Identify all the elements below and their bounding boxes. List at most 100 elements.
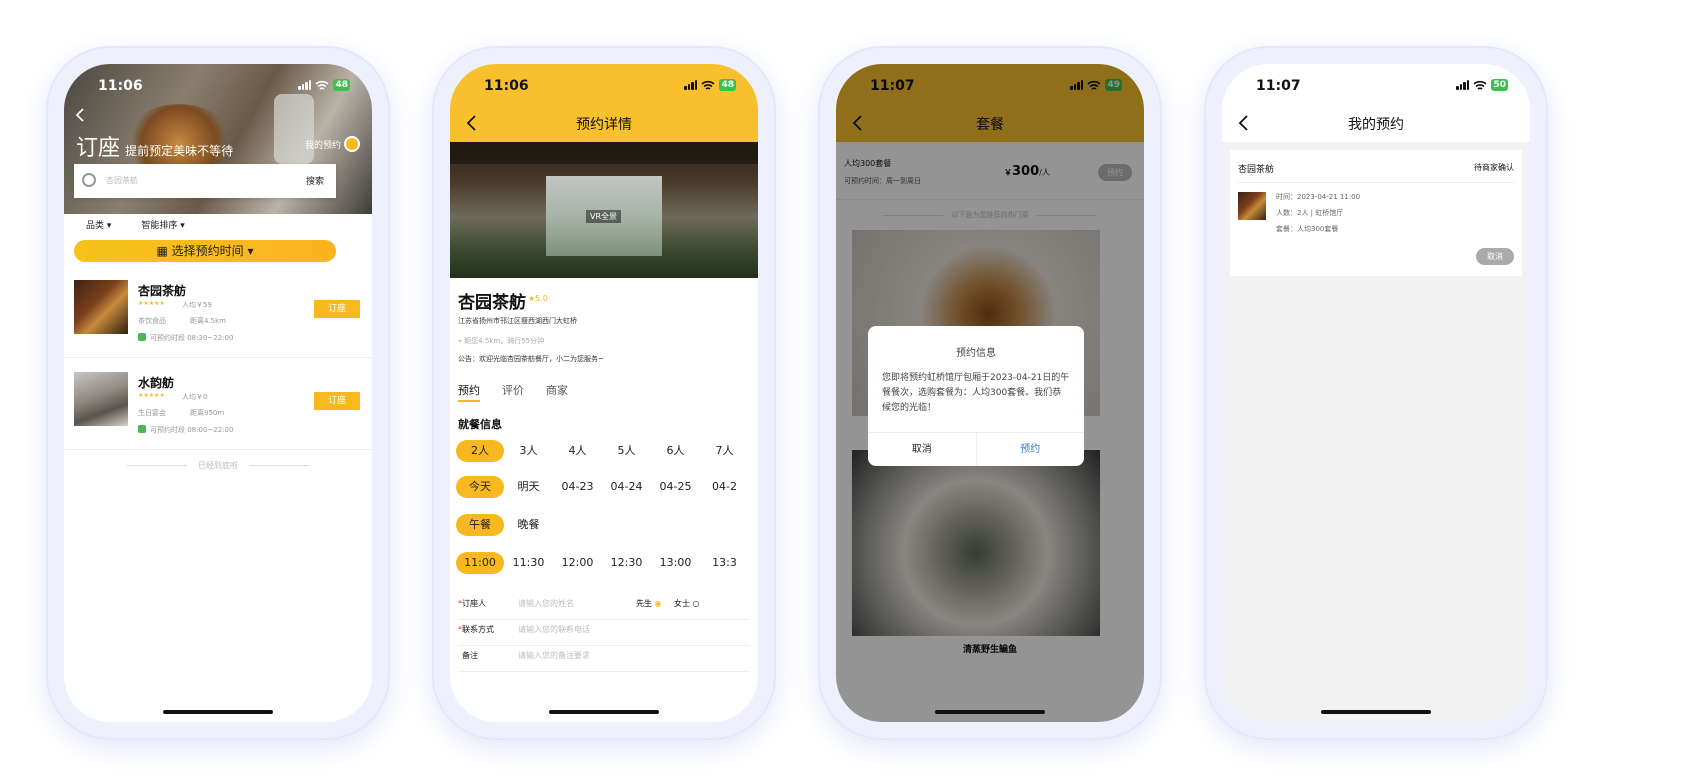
time-selector: 11:00 11:30 12:00 12:30 13:00 13:3 <box>456 552 758 574</box>
open-icon <box>138 425 146 433</box>
nav-title: 预约详情 <box>576 117 632 133</box>
wifi-icon <box>701 80 716 90</box>
phone-input[interactable]: 请输入您的联系电话 <box>518 624 590 635</box>
cancel-booking-button[interactable]: 取消 <box>1476 248 1514 265</box>
radio-icon: ○ <box>692 599 700 608</box>
back-icon[interactable] <box>72 106 90 124</box>
wifi-icon <box>315 80 330 90</box>
phone-package: 11:07 49 套餐 人均300套餐 可预约时间：周一到周日 ￥300/人 预… <box>820 48 1160 738</box>
booking-hours: 可预约时段 08:00~22:00 <box>150 426 234 434</box>
meal-option[interactable]: 晚餐 <box>504 514 553 536</box>
phone-my-bookings: 11:07 50 我的预约 杏园茶舫 待商家确认 时间：2023-04-21 1… <box>1206 48 1546 738</box>
dialog-confirm-button[interactable]: 预约 <box>977 433 1085 466</box>
status-bar: 11:06 48 <box>64 64 372 108</box>
rating-stars: ★★★★★ <box>138 300 165 307</box>
home-indicator <box>163 710 273 714</box>
time-option[interactable]: 13:3 <box>700 552 749 574</box>
restaurant-photo[interactable]: VR全景 <box>450 142 758 278</box>
time-option[interactable]: 13:00 <box>651 552 700 574</box>
filter-sort[interactable]: 智能排序 ▾ <box>141 218 184 231</box>
booking-package: 套餐：人均300套餐 <box>1276 225 1339 233</box>
book-seat-button[interactable]: 订座 <box>314 392 360 410</box>
category: 茶饮食品 <box>138 317 166 325</box>
home-indicator <box>1321 710 1431 714</box>
tab-bar: 预约 评价 商家 <box>458 382 568 402</box>
signal-icon <box>298 80 312 90</box>
people-option[interactable]: 7人 <box>700 440 749 462</box>
search-icon <box>82 173 96 187</box>
phone-booking-list: 11:06 48 订座 提前预定美味不等待 我的预约 杏园茶舫 搜索 品类 ▾ … <box>48 48 388 738</box>
people-option[interactable]: 5人 <box>602 440 651 462</box>
people-option[interactable]: 4人 <box>553 440 602 462</box>
signal-icon <box>1456 80 1470 90</box>
list-item[interactable]: 水韵舫 ★★★★★ 人均￥0 生日宴会 距离950m 可预约时段 08:00~2… <box>64 366 372 450</box>
book-seat-button[interactable]: 订座 <box>314 300 360 318</box>
time-option[interactable]: 12:00 <box>553 552 602 574</box>
booking-hours: 可预约时段 08:30~22:00 <box>150 334 234 342</box>
date-option[interactable]: 04-2 <box>700 476 749 498</box>
list-item[interactable]: 杏园茶舫 ★★★★★ 人均￥59 茶饮食品 距离4.5km 可预约时段 08:3… <box>64 274 372 358</box>
time-option[interactable]: 12:30 <box>602 552 651 574</box>
screen: 11:07 49 套餐 人均300套餐 可预约时间：周一到周日 ￥300/人 预… <box>836 64 1144 722</box>
dialog-body: 您即将预约虹桥馆厅包厢于2023-04-21日的午餐餐次，选购套餐为：人均300… <box>882 373 1070 413</box>
battery-icon: 50 <box>1491 79 1508 91</box>
rating-stars: ★★★★★ <box>138 392 165 399</box>
name-input[interactable]: 请输入您的姓名 <box>518 598 574 609</box>
signal-icon <box>684 80 698 90</box>
status-bar: 11:07 50 <box>1222 64 1530 108</box>
distance: 距离4.5km <box>190 317 227 325</box>
note-input[interactable]: 请输入您的备注要求 <box>518 650 590 661</box>
rating: ★5.0 <box>528 294 548 303</box>
booking-icon <box>344 136 360 152</box>
tab-reviews[interactable]: 评价 <box>502 382 524 402</box>
search-button[interactable]: 搜索 <box>306 174 324 187</box>
vr-badge[interactable]: VR全景 <box>586 210 622 223</box>
status-time: 11:06 <box>484 78 529 94</box>
distance: 距离950m <box>190 409 225 417</box>
home-indicator <box>935 710 1045 714</box>
tab-booking[interactable]: 预约 <box>458 382 480 402</box>
shop-name: 杏园茶舫 <box>1238 165 1275 175</box>
list-end: 已经到底啦 <box>64 460 372 471</box>
my-booking-link[interactable]: 我的预约 <box>305 136 360 152</box>
date-option[interactable]: 明天 <box>504 476 553 498</box>
nav-bar: 预约详情 <box>450 104 758 142</box>
my-booking-label: 我的预约 <box>304 140 341 151</box>
search-input[interactable]: 杏园茶舫 <box>106 175 138 186</box>
booking-card[interactable]: 杏园茶舫 待商家确认 时间：2023-04-21 11:00 人数：2人 | 虹… <box>1230 150 1522 276</box>
address: 江苏省扬州市邗江区瘦西湖西门大虹桥 <box>458 317 577 325</box>
category: 生日宴会 <box>138 409 166 417</box>
dialog-cancel-button[interactable]: 取消 <box>868 433 977 466</box>
restaurant-thumbnail <box>74 280 128 334</box>
people-option[interactable]: 2人 <box>456 440 504 462</box>
date-option[interactable]: 04-25 <box>651 476 700 498</box>
people-option[interactable]: 6人 <box>651 440 700 462</box>
booking-form: *订座人 请输入您的姓名 先生 ◉ 女士 ○ *联系方式 请输入您的联系电话 备… <box>458 594 750 672</box>
time-picker-button[interactable]: ▦ 选择预约时间 ▾ <box>74 240 336 262</box>
filter-bar: 品类 ▾ 智能排序 ▾ <box>86 218 185 231</box>
meal-option[interactable]: 午餐 <box>456 514 504 536</box>
gender-female[interactable]: 女士 ○ <box>674 598 700 609</box>
nav-title: 我的预约 <box>1348 117 1404 133</box>
status-badge: 待商家确认 <box>1474 163 1514 172</box>
filter-category[interactable]: 品类 ▾ <box>86 218 111 231</box>
time-option[interactable]: 11:00 <box>456 552 504 574</box>
page-subtitle: 提前预定美味不等待 <box>125 144 234 158</box>
people-option[interactable]: 3人 <box>504 440 553 462</box>
note-label: 备注 <box>462 651 478 660</box>
time-option[interactable]: 11:30 <box>504 552 553 574</box>
restaurant-name: 水韵舫 <box>138 376 175 390</box>
distance: ⌖ 距您4.5km，骑行55分钟 <box>458 337 545 345</box>
screen: 11:06 48 预约详情 VR全景 杏园茶舫 ★5.0 江苏省扬州市邗江区瘦西… <box>450 64 758 722</box>
tab-merchant[interactable]: 商家 <box>546 382 568 402</box>
gender-male[interactable]: 先生 ◉ <box>636 598 662 609</box>
section-title: 就餐信息 <box>458 418 502 431</box>
people-selector: 2人 3人 4人 5人 6人 7人 <box>456 440 758 462</box>
status-bar: 11:06 48 <box>450 64 758 108</box>
date-selector: 今天 明天 04-23 04-24 04-25 04-2 <box>456 476 758 498</box>
date-option[interactable]: 今天 <box>456 476 504 498</box>
date-option[interactable]: 04-23 <box>553 476 602 498</box>
phone-booking-detail: 11:06 48 预约详情 VR全景 杏园茶舫 ★5.0 江苏省扬州市邗江区瘦西… <box>434 48 774 738</box>
date-option[interactable]: 04-24 <box>602 476 651 498</box>
showcase: 11:06 48 订座 提前预定美味不等待 我的预约 杏园茶舫 搜索 品类 ▾ … <box>0 0 1694 775</box>
